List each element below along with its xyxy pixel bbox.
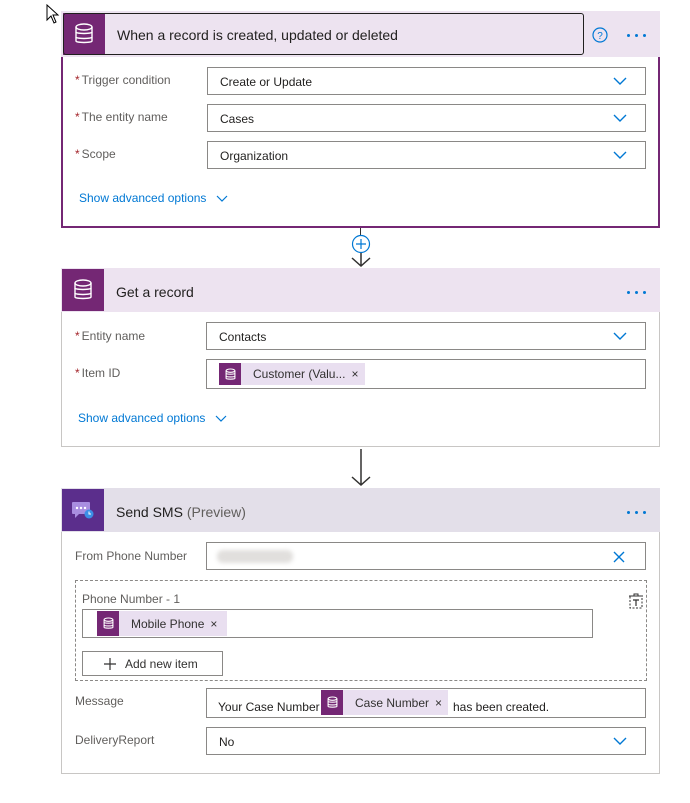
help-icon[interactable]: ? — [592, 27, 608, 43]
chevron-down-icon — [613, 151, 627, 159]
more-icon[interactable] — [627, 509, 649, 515]
entity-name-label: * Entity name — [75, 329, 146, 343]
dynamic-content-token[interactable]: Case Number × — [321, 690, 449, 715]
delete-icon[interactable] — [628, 592, 644, 609]
show-advanced-options-link[interactable]: Show advanced options — [79, 191, 228, 205]
get-record-card[interactable]: Get a record * Entity name Contacts * Item… — [61, 268, 660, 447]
chevron-down-icon — [217, 195, 228, 202]
entity-name-dropdown[interactable]: Contacts — [206, 322, 646, 350]
get-record-card-header[interactable]: Get a record — [61, 268, 660, 312]
dynamic-content-token[interactable]: Mobile Phone × — [97, 611, 228, 636]
remove-token-icon[interactable]: × — [351, 367, 364, 381]
arrow-down-icon — [351, 253, 371, 268]
delivery-report-label: DeliveryReport — [75, 733, 155, 747]
database-icon — [219, 363, 241, 385]
remove-token-icon[interactable]: × — [435, 696, 448, 710]
chevron-down-icon — [216, 415, 227, 422]
phone-number-input[interactable]: Mobile Phone × — [82, 609, 593, 638]
from-phone-label: From Phone Number — [75, 549, 188, 563]
entity-name-dropdown[interactable]: Cases — [207, 104, 646, 132]
clear-icon[interactable] — [613, 551, 625, 563]
entity-name-label: * The entity name — [75, 110, 168, 124]
trigger-condition-label: * Trigger condition — [75, 73, 171, 87]
delivery-report-dropdown[interactable]: No — [206, 727, 646, 755]
more-icon[interactable] — [627, 289, 649, 295]
chevron-down-icon — [613, 114, 627, 122]
dynamic-content-token[interactable]: Customer (Valu... × — [219, 363, 365, 385]
add-new-item-button[interactable]: Add new item — [82, 651, 223, 676]
cursor-icon — [46, 4, 60, 24]
remove-token-icon[interactable]: × — [210, 617, 227, 631]
redacted-value — [217, 550, 293, 563]
database-icon — [62, 269, 104, 311]
arrow-down-icon — [351, 449, 371, 487]
svg-text:?: ? — [597, 31, 603, 42]
chevron-down-icon — [613, 77, 627, 85]
database-icon — [97, 611, 119, 636]
phone-group-label: Phone Number - 1 — [82, 592, 181, 606]
database-icon — [321, 690, 343, 715]
add-step-icon[interactable] — [351, 234, 371, 254]
more-icon[interactable] — [627, 32, 649, 38]
send-sms-card[interactable]: Send SMS (Preview) From Phone Number Pho… — [61, 488, 660, 774]
from-phone-input[interactable] — [206, 542, 646, 570]
chevron-down-icon — [613, 737, 627, 745]
chevron-down-icon — [613, 332, 627, 340]
item-id-label: * Item ID — [75, 366, 121, 380]
send-sms-title: Send SMS (Preview) — [116, 504, 246, 520]
scope-label: * Scope — [75, 147, 116, 161]
send-sms-card-header[interactable]: Send SMS (Preview) — [61, 488, 660, 532]
scope-dropdown[interactable]: Organization — [207, 141, 646, 169]
sms-icon — [62, 489, 104, 531]
item-id-input[interactable]: Customer (Valu... × — [206, 359, 646, 389]
trigger-card[interactable]: When a record is created, updated or del… — [61, 11, 660, 228]
trigger-condition-dropdown[interactable]: Create or Update — [207, 67, 646, 95]
plus-icon — [104, 657, 116, 670]
trigger-card-header[interactable]: When a record is created, updated or del… — [61, 11, 660, 57]
message-label: Message — [75, 694, 124, 708]
phone-number-group: Phone Number - 1 Mobile Phone × Add new … — [75, 580, 647, 681]
show-advanced-options-link[interactable]: Show advanced options — [78, 411, 227, 425]
get-record-title: Get a record — [116, 284, 194, 300]
message-input[interactable]: Your Case Number Case Number × has been … — [206, 688, 646, 718]
trigger-title: When a record is created, updated or del… — [117, 27, 398, 43]
